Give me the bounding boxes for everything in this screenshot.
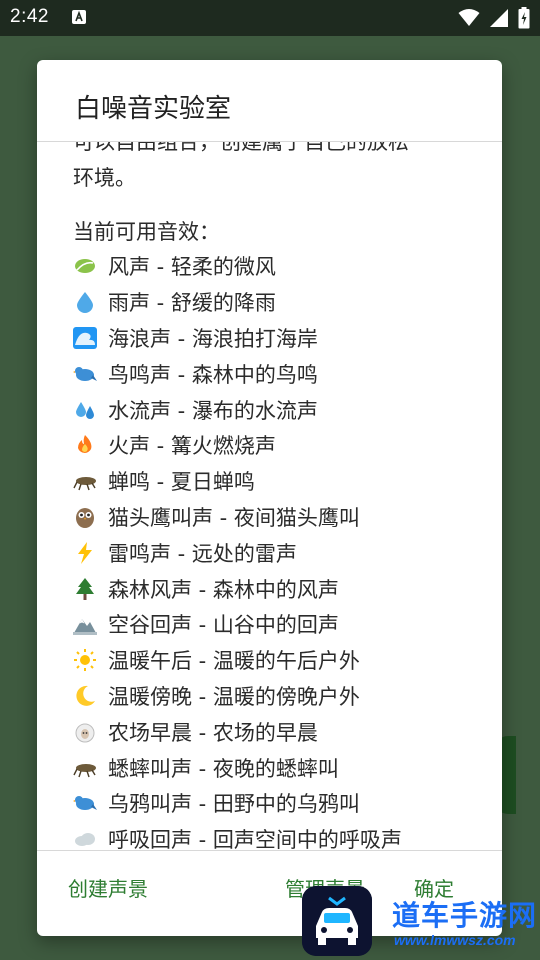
list-item: 乌鸦叫声 - 田野中的乌鸦叫 — [73, 787, 493, 823]
list-item: 风声 - 轻柔的微风 — [73, 250, 493, 286]
watermark-car-logo-icon — [302, 886, 372, 956]
evergreen-tree-icon — [76, 577, 94, 600]
cricket-icon — [73, 763, 96, 777]
list-item: 火声 - 篝火燃烧声 — [73, 429, 493, 465]
sheep-icon — [75, 723, 95, 743]
list-item: 呼吸回声 - 回声空间中的呼吸声 — [73, 823, 493, 850]
wave-icon — [73, 326, 97, 349]
list-item: 森林风声 - 森林中的风声 — [73, 573, 493, 609]
droplet-icon — [77, 292, 93, 314]
list-item: 鸟鸣声 - 森林中的鸟鸣 — [73, 358, 493, 394]
battery-charging-icon — [518, 7, 530, 29]
list-item: 海浪声 - 海浪拍打海岸 — [73, 322, 493, 358]
lightning-icon — [78, 541, 92, 564]
status-bar: 2:42 — [0, 0, 540, 36]
dialog-scroll-content[interactable]: 可以自由组合，创建属于自己的放松 环境。 当前可用音效： 风声 - 轻柔的微风 … — [37, 142, 502, 850]
status-time: 2:42 — [10, 6, 49, 27]
dialog-title: 白噪音实验室 — [75, 94, 232, 124]
list-item: 温暖傍晚 - 温暖的傍晚户外 — [73, 680, 493, 716]
bird-icon — [73, 796, 97, 811]
list-item: 雨声 - 舒缓的降雨 — [73, 286, 493, 322]
cellular-signal-icon — [490, 9, 508, 27]
sun-icon — [74, 649, 96, 672]
cricket-icon — [73, 477, 96, 491]
list-item: 蟋蟀叫声 - 夜晚的蟋蟀叫 — [73, 752, 493, 788]
section-heading: 当前可用音效： — [73, 219, 220, 244]
watermark: 道车手游网 www.lmwwsz.com — [300, 884, 540, 960]
crescent-moon-icon — [76, 685, 95, 706]
sweat-droplets-icon — [76, 401, 94, 419]
status-icons — [458, 7, 530, 29]
cloud-icon — [75, 833, 95, 847]
watermark-name: 道车手游网 — [392, 899, 538, 932]
leaf-icon — [75, 259, 95, 274]
sound-info-dialog: 白噪音实验室 可以自由组合，创建属于自己的放松 环境。 当前可用音效： 风声 -… — [37, 60, 502, 936]
list-item: 农场早晨 - 农场的早晨 — [73, 716, 493, 752]
list-item: 温暖午后 - 温暖的午后户外 — [73, 644, 493, 680]
bird-icon — [73, 366, 97, 381]
list-item: 空谷回声 - 山谷中的回声 — [73, 608, 493, 644]
notification-a-icon — [72, 10, 86, 24]
wifi-icon — [458, 9, 480, 26]
watermark-url: www.lmwwsz.com — [394, 932, 516, 948]
owl-icon — [76, 507, 94, 528]
list-item: 猫头鹰叫声 - 夜间猫头鹰叫 — [73, 501, 493, 537]
list-item: 雷鸣声 - 远处的雷声 — [73, 537, 493, 573]
snow-mountain-icon — [73, 619, 97, 636]
create-soundscape-button[interactable]: 创建声景 — [68, 873, 148, 902]
list-item: 水流声 - 瀑布的水流声 — [73, 394, 493, 430]
list-item: 蝉鸣 - 夏日蝉鸣 — [73, 465, 493, 501]
fire-icon — [78, 435, 92, 454]
intro-text-partial: 可以自由组合，创建属于自己的放松 — [73, 142, 409, 154]
intro-text-tail: 环境。 — [73, 165, 136, 190]
